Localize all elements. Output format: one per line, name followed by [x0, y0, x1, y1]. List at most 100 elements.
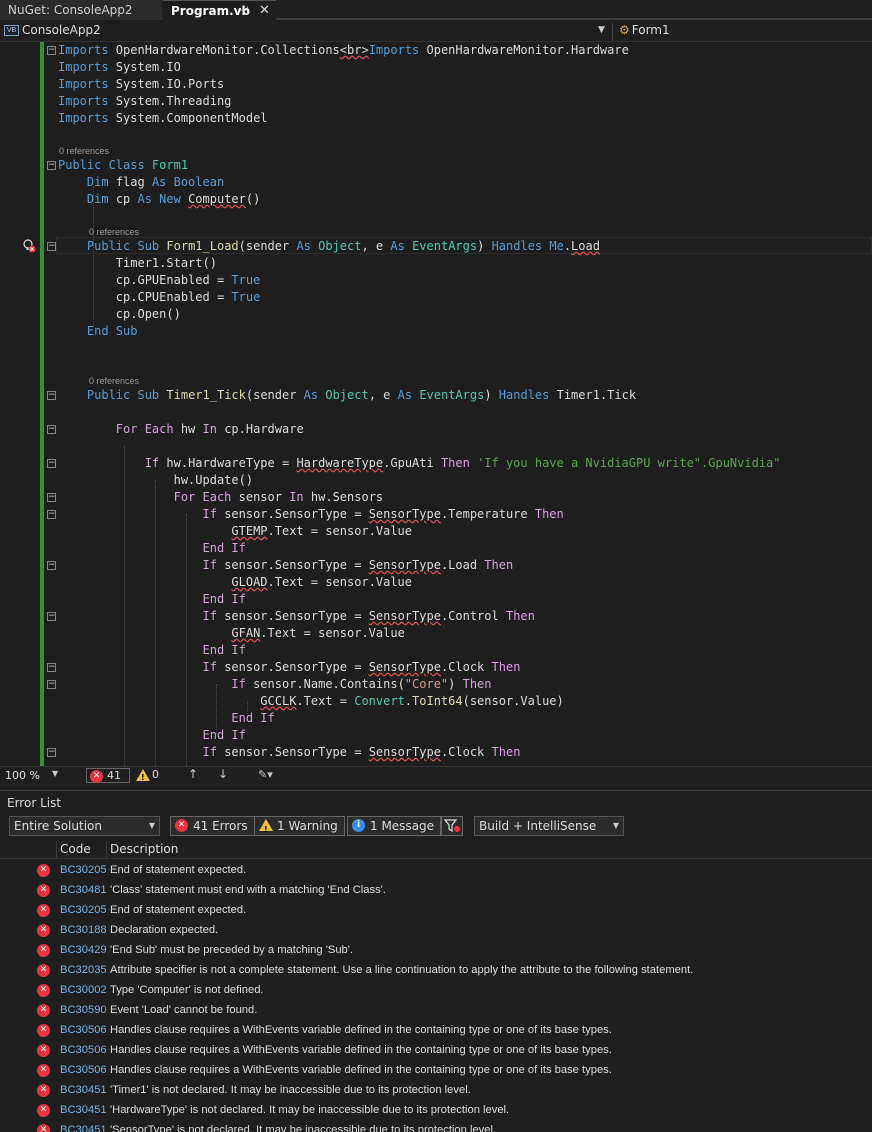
column-separator[interactable]: [56, 841, 57, 859]
error-row[interactable]: ✕ BC30451 'SensorType' is not declared. It…: [0, 1121, 872, 1132]
collapse-icon[interactable]: −: [47, 663, 56, 672]
error-code[interactable]: BC30451: [60, 1124, 107, 1132]
error-code[interactable]: BC30002: [60, 984, 107, 996]
code-line[interactable]: GFAN.Text = sensor.Value: [58, 625, 404, 642]
errors-filter-button[interactable]: ✕ 41 Errors: [170, 816, 255, 836]
project-dropdown[interactable]: VB ConsoleApp2: [4, 23, 610, 41]
collapse-icon[interactable]: −: [47, 493, 56, 502]
code-line[interactable]: End If: [58, 642, 246, 659]
error-row[interactable]: ✕ BC30188 Declaration expected.: [0, 921, 872, 941]
collapse-icon[interactable]: −: [47, 510, 56, 519]
warnings-filter-button[interactable]: 1 Warning: [254, 816, 345, 839]
code-line[interactable]: If sensor.Name.Contains("Core") Then: [58, 676, 491, 693]
collapse-icon[interactable]: −: [47, 561, 56, 570]
tab-program-vb[interactable]: Program.vb ⊣ ✕: [163, 0, 276, 20]
code-line[interactable]: If sensor.SensorType = SensorType.Clock …: [58, 744, 521, 761]
code-line[interactable]: Imports OpenHardwareMonitor. Collections<…: [58, 42, 629, 59]
collapse-icon[interactable]: −: [47, 459, 56, 468]
scope-select[interactable]: Entire Solution ▼: [9, 816, 160, 836]
collapse-icon[interactable]: −: [47, 425, 56, 434]
code-line[interactable]: If sensor.SensorType = SensorType.Load T…: [58, 557, 514, 574]
collapse-icon[interactable]: −: [47, 161, 56, 170]
error-row[interactable]: ✕ BC30506 Handles clause requires a WithEv…: [0, 1041, 872, 1061]
collapse-icon[interactable]: −: [47, 748, 56, 757]
column-separator[interactable]: [106, 841, 107, 859]
code-line[interactable]: If sensor.SensorType = SensorType.Contro…: [58, 608, 535, 625]
chevron-down-icon[interactable]: ▼: [598, 25, 605, 35]
lightbulb-error-icon[interactable]: [22, 239, 36, 253]
code-line[interactable]: GTEMP.Text = sensor.Value: [58, 523, 412, 540]
code-line[interactable]: Public Sub Timer1_Tick(sender As Object,…: [58, 387, 636, 404]
error-code[interactable]: BC30205: [60, 904, 107, 916]
code-line[interactable]: Public Sub Form1_Load(sender As Object, …: [58, 238, 600, 255]
warning-count-indicator[interactable]: 0: [136, 768, 159, 784]
collapse-icon[interactable]: −: [47, 612, 56, 621]
error-code[interactable]: BC30506: [60, 1024, 107, 1036]
error-code[interactable]: BC32035: [60, 964, 107, 976]
error-row[interactable]: ✕ BC30429 'End Sub' must be preceded by a …: [0, 941, 872, 961]
collapse-icon[interactable]: −: [47, 391, 56, 400]
error-code[interactable]: BC30506: [60, 1044, 107, 1056]
code-lens-references[interactable]: 0 references: [89, 227, 139, 237]
error-row[interactable]: ✕ BC32035 Attribute specifier is not a com…: [0, 961, 872, 981]
error-code[interactable]: BC30506: [60, 1064, 107, 1076]
code-line[interactable]: Imports System.Threading: [58, 93, 231, 110]
code-lens-references[interactable]: 0 references: [89, 376, 139, 386]
code-line[interactable]: Dim flag As Boolean: [58, 174, 224, 191]
code-line[interactable]: End If: [58, 710, 274, 727]
zoom-level[interactable]: 100 %: [5, 769, 40, 782]
error-row[interactable]: ✕ BC30002 Type 'Computer' is not defined.: [0, 981, 872, 1001]
code-line[interactable]: End If: [58, 540, 246, 557]
arrow-up-icon[interactable]: ↑: [188, 767, 198, 781]
code-line[interactable]: For Each hw In cp.Hardware: [58, 421, 304, 438]
code-line[interactable]: Imports System.IO: [58, 59, 181, 76]
column-header-description[interactable]: Description: [110, 842, 178, 856]
collapse-icon[interactable]: −: [47, 680, 56, 689]
error-count-indicator[interactable]: ✕ 41: [86, 768, 130, 783]
tab-nuget[interactable]: NuGet: ConsoleApp2: [0, 0, 162, 20]
code-line[interactable]: cp.GPUEnabled = True: [58, 272, 261, 289]
arrow-down-icon[interactable]: ↓: [218, 767, 228, 781]
code-line[interactable]: Timer1.Start(): [58, 255, 217, 272]
filter-icon[interactable]: [441, 816, 463, 836]
code-line[interactable]: End Sub: [58, 323, 138, 340]
code-lens-references[interactable]: 0 references: [59, 146, 109, 156]
error-row[interactable]: ✕ BC30451 'Timer1' is not declared. It may…: [0, 1081, 872, 1101]
error-row[interactable]: ✕ BC30205 End of statement expected.: [0, 901, 872, 921]
code-line[interactable]: GCCLK.Text = Convert.ToInt64(sensor.Valu…: [58, 693, 563, 710]
error-row[interactable]: ✕ BC30506 Handles clause requires a WithEv…: [0, 1061, 872, 1081]
code-line[interactable]: cp.CPUEnabled = True: [58, 289, 261, 306]
error-row[interactable]: ✕ BC30590 Event 'Load' cannot be found.: [0, 1001, 872, 1021]
code-line[interactable]: If sensor.SensorType = SensorType.Clock …: [58, 659, 521, 676]
code-line[interactable]: End If: [58, 591, 246, 608]
error-row[interactable]: ✕ BC30205 End of statement expected.: [0, 861, 872, 881]
code-line[interactable]: Dim cp As New Computer(): [58, 191, 260, 208]
error-code[interactable]: BC30451: [60, 1104, 107, 1116]
class-dropdown[interactable]: ⚙ Form1: [612, 23, 872, 41]
code-line[interactable]: If hw.HardwareType = HardwareType.GpuAti…: [58, 455, 781, 472]
error-row[interactable]: ✕ BC30481 'Class' statement must end with …: [0, 881, 872, 901]
error-code[interactable]: BC30429: [60, 944, 107, 956]
code-line[interactable]: If sensor.SensorType = SensorType.Temper…: [58, 506, 564, 523]
error-code[interactable]: BC30451: [60, 1084, 107, 1096]
code-line[interactable]: For Each sensor In hw.Sensors: [58, 489, 384, 506]
error-code[interactable]: BC30205: [60, 864, 107, 876]
code-line[interactable]: End If: [58, 727, 246, 744]
collapse-icon[interactable]: −: [47, 46, 56, 55]
pin-icon[interactable]: ⊣: [239, 1, 249, 21]
error-code[interactable]: BC30188: [60, 924, 107, 936]
code-line[interactable]: GLOAD.Text = sensor.Value: [58, 574, 412, 591]
chevron-down-icon[interactable]: ▼: [52, 769, 58, 778]
column-header-code[interactable]: Code: [60, 842, 91, 856]
close-icon[interactable]: ✕: [259, 1, 270, 21]
code-line[interactable]: Imports System.IO.Ports: [58, 76, 224, 93]
code-line[interactable]: Imports System.ComponentModel: [58, 110, 268, 127]
error-code[interactable]: BC30590: [60, 1004, 107, 1016]
messages-filter-button[interactable]: i 1 Message: [347, 816, 442, 836]
collapse-icon[interactable]: −: [47, 242, 56, 251]
error-code[interactable]: BC30481: [60, 884, 107, 896]
build-source-select[interactable]: Build + IntelliSense ▼: [474, 816, 624, 836]
code-cleanup-icon[interactable]: ✎▾: [258, 768, 273, 781]
error-row[interactable]: ✕ BC30451 'HardwareType' is not declared. …: [0, 1101, 872, 1121]
code-editor[interactable]: 0 references 0 references 0 references −…: [0, 42, 872, 766]
